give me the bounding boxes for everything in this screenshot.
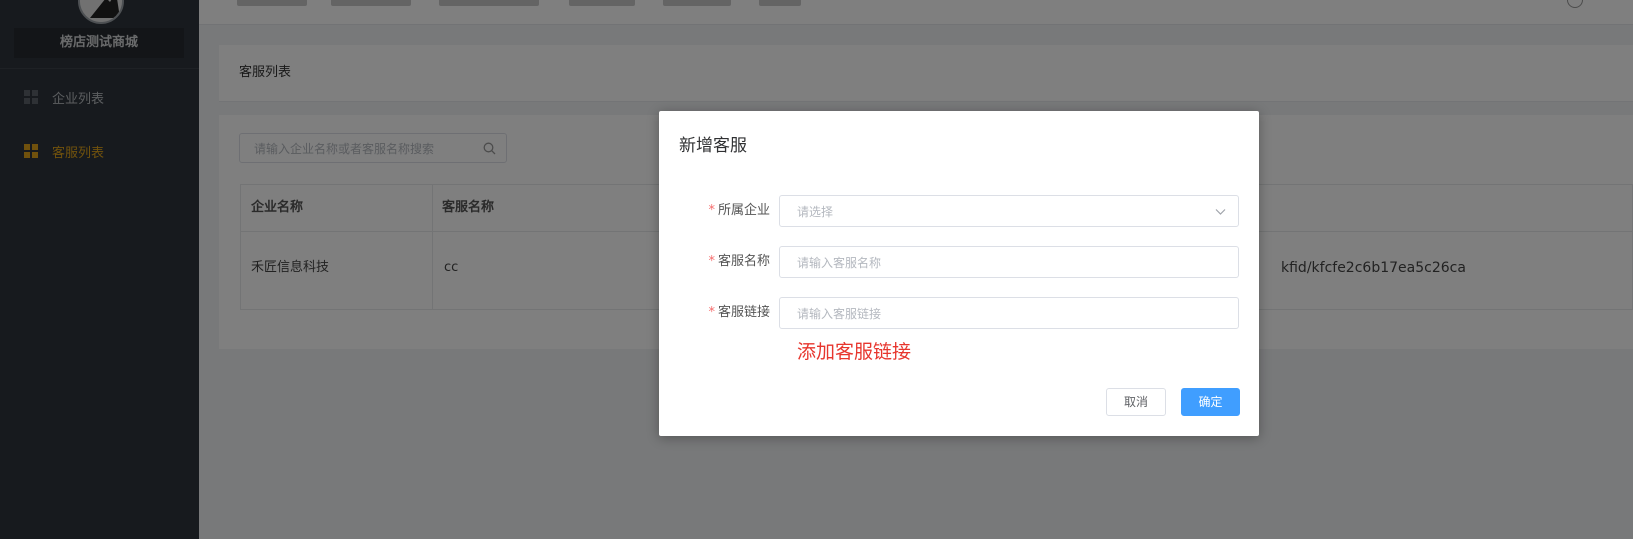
dialog-title: 新增客服	[679, 136, 747, 156]
chevron-down-icon[interactable]	[1215, 206, 1226, 217]
agent-name-input[interactable]	[795, 247, 1219, 279]
agent-name-label: * 客服名称	[679, 246, 770, 278]
required-mark: *	[708, 305, 715, 320]
confirm-button[interactable]: 确定	[1181, 388, 1240, 416]
company-select-input[interactable]	[795, 196, 1219, 228]
company-select[interactable]	[779, 195, 1239, 228]
cancel-button[interactable]: 取消	[1106, 388, 1166, 416]
annotation-hint: 添加客服链接	[797, 341, 912, 363]
agent-name-label-text: 客服名称	[717, 254, 770, 269]
required-mark: *	[708, 203, 715, 218]
company-label: * 所属企业	[679, 195, 770, 227]
agent-link-input[interactable]	[795, 298, 1219, 330]
agent-link-label: * 客服链接	[679, 297, 770, 329]
add-service-dialog: 新增客服 *所属企业 *客服名称 *客服链接 添加客服链接 取消 确定	[659, 111, 1259, 436]
company-label-text: 所属企业	[717, 203, 770, 218]
agent-name-field[interactable]	[779, 246, 1239, 279]
agent-link-label-text: 客服链接	[717, 305, 770, 320]
required-mark: *	[708, 254, 715, 269]
agent-link-field[interactable]	[779, 297, 1239, 330]
